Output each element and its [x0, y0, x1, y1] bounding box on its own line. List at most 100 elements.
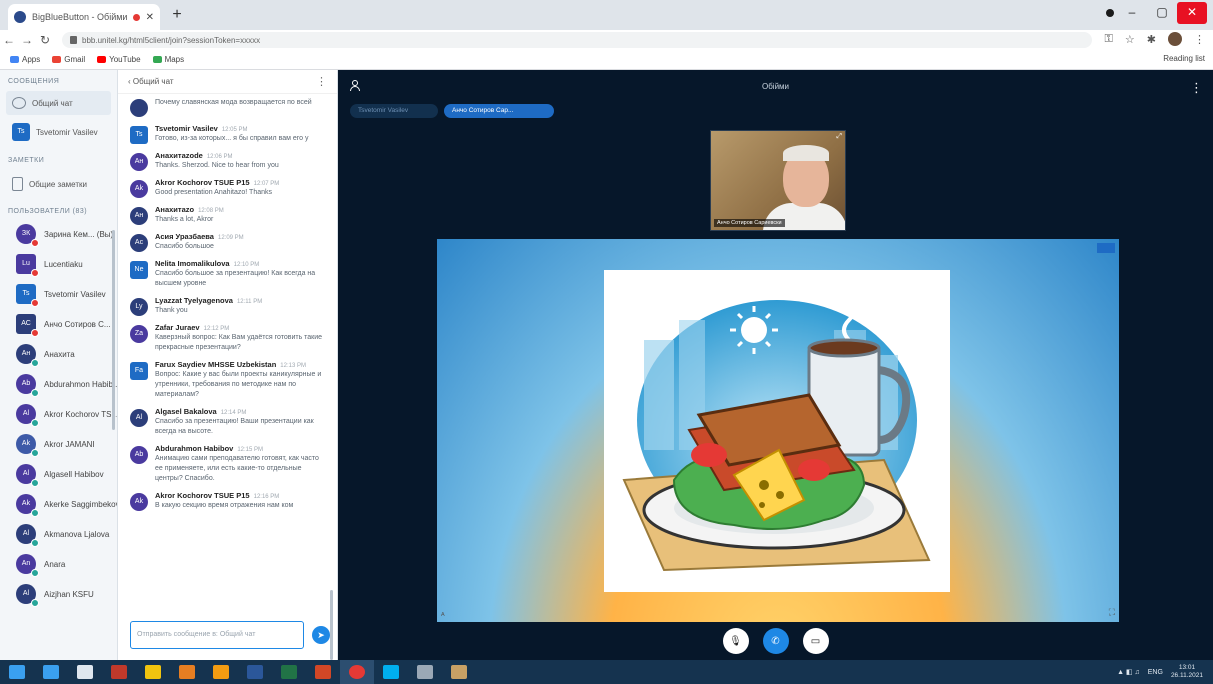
user-list-item[interactable]: Al Aizjhan KSFU	[0, 579, 117, 609]
avatar: Ab	[16, 374, 39, 397]
sandwich-coffee-illustration	[622, 293, 931, 572]
chat-panel: ‹ Общий чат ⋮ Почему славянская мода воз…	[118, 70, 338, 660]
user-list-item[interactable]: Lu Lucentiaku	[0, 249, 117, 279]
user-list-item[interactable]: АС Анчо Сотиров С...	[0, 309, 117, 339]
address-bar-row: ← → ↻ bbb.unitel.kg/html5client/join?ses…	[0, 30, 1213, 50]
user-list-item[interactable]: Ak Akerke Saggimbekov	[0, 489, 117, 519]
excel-icon[interactable]	[272, 660, 306, 684]
minimize-presentation-button[interactable]	[1097, 243, 1115, 253]
user-list-item[interactable]: Ан Анахита	[0, 339, 117, 369]
chat-options-icon[interactable]: ⋮	[316, 75, 327, 88]
maps-icon	[152, 56, 162, 63]
bookmark-maps[interactable]: Maps	[152, 55, 184, 64]
phone-audio-button[interactable]: ✆	[762, 628, 789, 654]
bookmark-youtube[interactable]: YouTube	[97, 55, 141, 64]
private-chat-item[interactable]: Ts Tsvetomir Vasilev	[6, 119, 111, 145]
toolbar-actions: ⚿ ☆ ✱ ⋮	[1105, 32, 1205, 46]
file-explorer-icon[interactable]	[136, 660, 170, 684]
status-dot-icon	[31, 539, 39, 547]
camera-button[interactable]: ▭	[802, 628, 829, 654]
message-text: В какую секцию время отражения нам ком	[155, 502, 294, 509]
status-dot-icon	[31, 299, 39, 307]
bookmark-star-icon[interactable]: ☆	[1125, 33, 1135, 46]
firefox-icon[interactable]	[170, 660, 204, 684]
chat-message: Ak Akror Kochorov TSUE P15 12:07 PM Good pr…	[118, 175, 330, 202]
expand-icon[interactable]: ⤢	[836, 133, 842, 141]
lock-icon	[70, 36, 77, 44]
close-tab-icon[interactable]: ✕	[146, 12, 154, 23]
message-author: Tsvetomir Vasilev	[155, 124, 218, 133]
key-icon[interactable]: ⚿	[1105, 33, 1113, 46]
browser-tab[interactable]: BigBlueButton - Обійми ✕	[8, 4, 160, 30]
maximize-button[interactable]: ▢	[1147, 2, 1177, 24]
chat-back-button[interactable]: ‹ Общий чат	[128, 77, 174, 86]
tray-icons[interactable]: ▲ ◧ ♫	[1117, 668, 1140, 676]
user-list-item[interactable]: Al Akmanova Ljalova	[0, 519, 117, 549]
clock[interactable]: 13:01 26.11.2021	[1171, 664, 1203, 680]
edge-icon[interactable]	[34, 660, 68, 684]
forward-button[interactable]: →	[18, 33, 36, 47]
clock-time: 13:01	[1178, 664, 1196, 671]
app-icon[interactable]	[408, 660, 442, 684]
close-window-button[interactable]: ✕	[1177, 2, 1207, 24]
user-list-item[interactable]: Ab Abdurahmon Habib...	[0, 369, 117, 399]
status-dot-icon	[31, 329, 39, 337]
back-button[interactable]: ←	[0, 33, 18, 47]
user-list-item[interactable]: ЗК Зарина Кем... (Вы)	[0, 219, 117, 249]
chrome-menu-icon[interactable]: ⋮	[1194, 33, 1205, 46]
extensions-icon[interactable]: ✱	[1147, 33, 1156, 46]
profile-avatar[interactable]	[1168, 32, 1182, 46]
search-icon[interactable]	[68, 660, 102, 684]
public-chat-item[interactable]: Общий чат	[6, 91, 111, 115]
reading-list-button[interactable]: Reading list	[1163, 54, 1205, 63]
chat-message-input[interactable]: Отправить сообщение в: Общий чат	[130, 621, 304, 649]
options-menu-icon[interactable]: ⋮	[1190, 80, 1203, 96]
users-section-title: ПОЛЬЗОВАТЕЛИ (83)	[8, 208, 88, 215]
language-indicator[interactable]: ENG	[1148, 669, 1163, 676]
mute-microphone-button[interactable]: 🎙	[722, 628, 749, 654]
skype-icon[interactable]	[374, 660, 408, 684]
flag-icon[interactable]	[102, 660, 136, 684]
user-list-item[interactable]: Al Algasell Habibov	[0, 459, 117, 489]
picture-icon[interactable]	[442, 660, 476, 684]
tab-title: BigBlueButton - Обійми	[32, 12, 127, 22]
youtube-icon	[97, 56, 107, 63]
user-name: Akror Kochorov TS...	[44, 409, 118, 419]
chat-scrollbar[interactable]	[330, 590, 333, 660]
media-controls: 🎙 ✆ ▭	[338, 628, 1213, 654]
user-name: Abdurahmon Habib...	[44, 379, 118, 389]
chrome-icon[interactable]	[340, 660, 374, 684]
message-author: Algasel Bakalova	[155, 407, 217, 416]
message-text: Анимацию сами преподавателю готовят, как…	[155, 455, 319, 482]
bookmark-gmail[interactable]: Gmail	[52, 55, 85, 64]
send-button[interactable]: ➤	[312, 626, 330, 644]
word-icon[interactable]	[238, 660, 272, 684]
anchor-icon: ᴬ	[441, 611, 445, 620]
user-name: Aizjhan KSFU	[44, 589, 94, 599]
new-tab-button[interactable]: +	[168, 6, 186, 24]
user-list-item[interactable]: Ts Tsvetomir Vasilev	[0, 279, 117, 309]
message-time: 12:13 PM	[280, 363, 306, 369]
bookmark-apps[interactable]: Apps	[10, 55, 40, 64]
chat-message: Ан Анахитаzo 12:08 PM Thanks a lot, Akror	[118, 202, 330, 229]
chat-message: Ас Асия Уразбаева 12:09 PM Спасибо большое	[118, 229, 330, 256]
url-field[interactable]: bbb.unitel.kg/html5client/join?sessionTo…	[62, 32, 1092, 48]
users-scrollbar[interactable]	[112, 230, 115, 430]
powerpoint-icon[interactable]	[306, 660, 340, 684]
fullscreen-icon[interactable]: ⛶	[1109, 607, 1115, 618]
message-time: 12:08 PM	[198, 208, 224, 214]
shared-notes-item[interactable]: Общие заметки	[6, 172, 111, 196]
message-time: 12:06 PM	[206, 154, 233, 160]
webcam-video[interactable]: Анчо Сотиров Сариевски ⤢	[710, 130, 846, 231]
minimize-button[interactable]: –	[1117, 2, 1147, 24]
paint-icon[interactable]	[204, 660, 238, 684]
reload-button[interactable]: ↻	[36, 33, 54, 47]
avatar: Ан	[130, 153, 148, 171]
system-tray: ▲ ◧ ♫ ENG 13:01 26.11.2021	[1117, 660, 1203, 684]
avatar: An	[16, 554, 39, 577]
user-list-item[interactable]: An Anara	[0, 549, 117, 579]
windows-start-icon[interactable]	[0, 660, 34, 684]
status-dot-icon	[31, 239, 39, 247]
user-list-item[interactable]: Ak Akror JAMANI	[0, 429, 117, 459]
user-list-item[interactable]: Al Akror Kochorov TS...	[0, 399, 117, 429]
